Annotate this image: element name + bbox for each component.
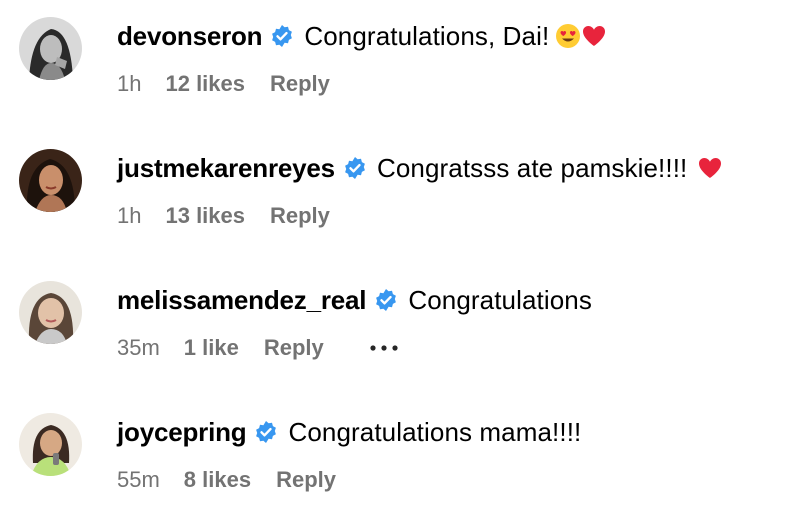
- likes-count[interactable]: 8 likes: [184, 467, 251, 493]
- heart-eyes-emoji-icon: [555, 23, 581, 49]
- comment-item: joycepring Congratulations mama!!!! 55m …: [0, 396, 804, 516]
- comment-header: justmekarenreyes Congratsss ate pamskie!…: [117, 148, 723, 188]
- verified-badge-icon: [270, 24, 294, 48]
- comment-meta: 1h 12 likes Reply: [117, 70, 330, 98]
- comment-item: melissamendez_real Congratulations 35m 1…: [0, 264, 804, 384]
- likes-count[interactable]: 12 likes: [165, 71, 245, 97]
- username-link[interactable]: melissamendez_real: [117, 285, 367, 316]
- comment-timestamp: 1h: [117, 203, 142, 228]
- comment-text: Congratulations: [408, 284, 592, 315]
- comment-meta: 1h 13 likes Reply: [117, 202, 330, 230]
- comment-timestamp: 35m: [117, 335, 160, 360]
- more-options-icon[interactable]: [368, 334, 400, 362]
- avatar[interactable]: [19, 413, 82, 476]
- comment-timestamp: 55m: [117, 467, 160, 492]
- comment-text: Congratulations mama!!!!: [288, 416, 582, 447]
- reply-button[interactable]: Reply: [264, 335, 324, 361]
- comments-list: devonseron Congratulations, Dai! 1h 12 l…: [0, 0, 804, 524]
- avatar[interactable]: [19, 149, 82, 212]
- likes-count[interactable]: 13 likes: [165, 203, 245, 229]
- reply-button[interactable]: Reply: [270, 203, 330, 229]
- comment-text: Congratulations, Dai!: [304, 20, 550, 51]
- comment-timestamp: 1h: [117, 71, 142, 96]
- comment-meta: 35m 1 like Reply: [117, 334, 400, 362]
- username-link[interactable]: joycepring: [117, 417, 247, 448]
- username-link[interactable]: devonseron: [117, 21, 263, 52]
- red-heart-emoji-icon: [581, 23, 607, 49]
- comment-item: justmekarenreyes Congratsss ate pamskie!…: [0, 132, 804, 252]
- comment-meta: 55m 8 likes Reply: [117, 466, 336, 494]
- avatar[interactable]: [19, 281, 82, 344]
- comment-text: Congratsss ate pamskie!!!!: [376, 152, 688, 183]
- verified-badge-icon: [254, 420, 278, 444]
- comment-header: joycepring Congratulations mama!!!!: [117, 412, 581, 452]
- verified-badge-icon: [343, 156, 367, 180]
- comment-header: melissamendez_real Congratulations: [117, 280, 592, 320]
- red-heart-emoji-icon: [697, 155, 723, 181]
- likes-count[interactable]: 1 like: [184, 335, 239, 361]
- reply-button[interactable]: Reply: [270, 71, 330, 97]
- verified-badge-icon: [374, 288, 398, 312]
- comment-header: devonseron Congratulations, Dai!: [117, 16, 607, 56]
- avatar[interactable]: [19, 17, 82, 80]
- reply-button[interactable]: Reply: [276, 467, 336, 493]
- username-link[interactable]: justmekarenreyes: [117, 153, 335, 184]
- comment-item: devonseron Congratulations, Dai! 1h 12 l…: [0, 0, 804, 120]
